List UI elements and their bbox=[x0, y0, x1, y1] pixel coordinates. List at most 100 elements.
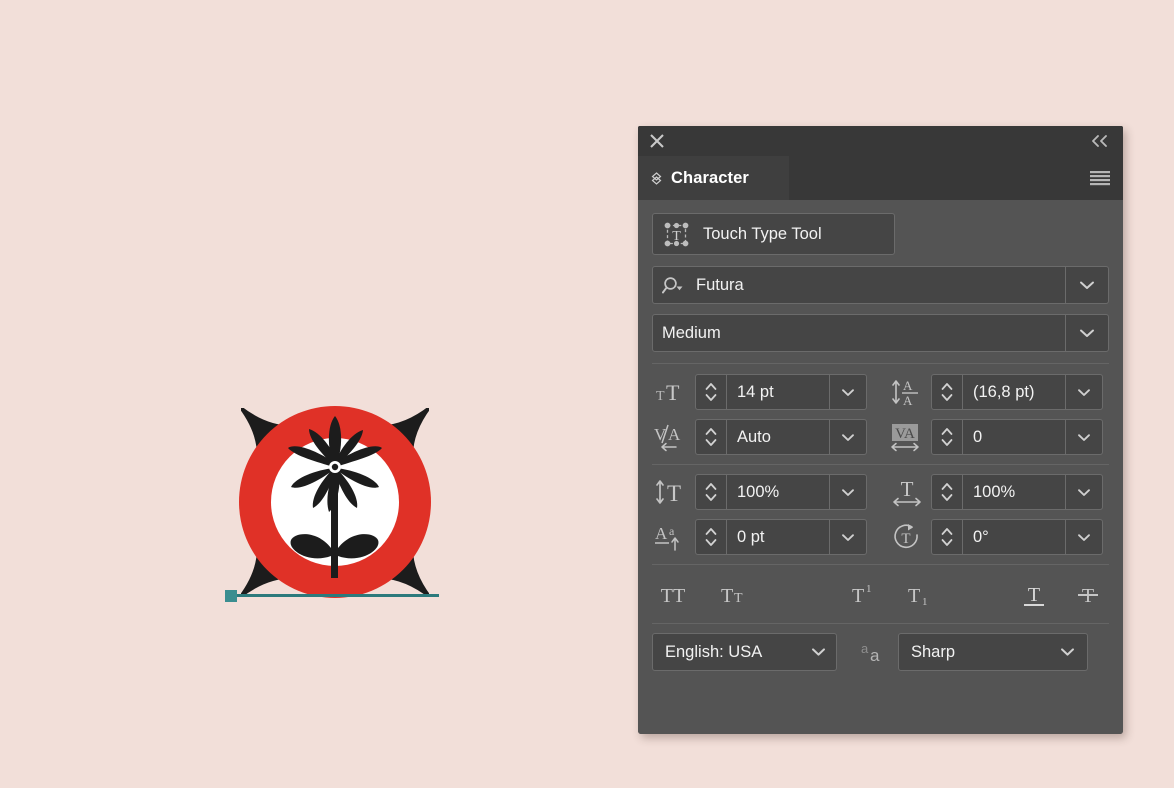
tab-character[interactable]: Character bbox=[638, 156, 789, 200]
small-caps-icon[interactable]: T T bbox=[712, 577, 754, 611]
font-family-field[interactable]: Futura bbox=[652, 266, 1109, 304]
svg-text:T: T bbox=[1082, 585, 1094, 607]
superscript-icon[interactable]: T 1 bbox=[841, 577, 883, 611]
leading-stepper[interactable]: (16,8 pt) bbox=[931, 374, 1103, 410]
language-select[interactable]: English: USA bbox=[652, 633, 837, 671]
language-chevron-down-icon[interactable] bbox=[800, 647, 836, 657]
baseline-shift-stepper[interactable]: 0 pt bbox=[695, 519, 867, 555]
svg-text:T: T bbox=[721, 585, 733, 607]
font-style-chevron-down-icon[interactable] bbox=[1065, 315, 1108, 351]
svg-text:T: T bbox=[1028, 584, 1040, 606]
close-icon[interactable] bbox=[647, 131, 667, 151]
row-language-antialias: English: USA a a Sharp bbox=[652, 633, 1109, 671]
touch-type-tool-button[interactable]: T Touch Type Tool bbox=[652, 213, 895, 255]
tracking-stepper[interactable]: 0 bbox=[931, 419, 1103, 455]
svg-text:a: a bbox=[870, 646, 880, 665]
baseline-shift-value[interactable]: 0 pt bbox=[727, 528, 829, 547]
horizontal-scale-stepper[interactable]: 100% bbox=[931, 474, 1103, 510]
underline-icon[interactable]: T bbox=[1013, 577, 1055, 611]
horizontal-scale-value[interactable]: 100% bbox=[963, 483, 1065, 502]
hamburger-menu-icon[interactable] bbox=[1089, 170, 1111, 186]
horizontal-scale-spinner[interactable] bbox=[932, 475, 963, 509]
baseline-shift-chevron-down-icon[interactable] bbox=[829, 520, 866, 554]
vertical-scale-spinner[interactable] bbox=[696, 475, 727, 509]
svg-text:T: T bbox=[734, 591, 743, 606]
svg-text:A: A bbox=[903, 393, 913, 407]
horizontal-scale-chevron-down-icon[interactable] bbox=[1065, 475, 1102, 509]
font-style-value: Medium bbox=[662, 323, 721, 342]
vertical-scale-chevron-down-icon[interactable] bbox=[829, 475, 866, 509]
style-toggle-row: TT T T T 1 T 1 T T bbox=[652, 574, 1109, 614]
leading-value[interactable]: (16,8 pt) bbox=[963, 383, 1065, 402]
double-chevron-left-icon[interactable] bbox=[1089, 132, 1111, 150]
character-rotation-value[interactable]: 0° bbox=[963, 528, 1065, 547]
font-family-chevron-down-icon[interactable] bbox=[1065, 267, 1108, 303]
character-rotation-group[interactable]: T 0° bbox=[888, 519, 1103, 555]
divider-1 bbox=[652, 363, 1109, 364]
language-value: English: USA bbox=[665, 642, 763, 661]
font-style-field[interactable]: Medium bbox=[652, 314, 1109, 352]
panel-tabstrip[interactable]: Character bbox=[638, 156, 1123, 200]
svg-text:a: a bbox=[669, 524, 675, 538]
row-kerning-tracking: V A Auto VA 0 bbox=[652, 419, 1109, 455]
svg-text:1: 1 bbox=[922, 596, 928, 608]
panel-body: T Touch Type Tool Futura Medium T T 14 p… bbox=[638, 200, 1123, 734]
vertical-scale-group[interactable]: T 100% bbox=[652, 474, 867, 510]
leading-chevron-down-icon[interactable] bbox=[1065, 375, 1102, 409]
tracking-icon: VA bbox=[888, 421, 926, 453]
svg-text:VA: VA bbox=[895, 426, 915, 442]
character-panel[interactable]: Character T Touch Type Tool Futura Mediu… bbox=[638, 126, 1123, 734]
font-size-group[interactable]: T T 14 pt bbox=[652, 374, 867, 410]
svg-text:A: A bbox=[655, 524, 668, 543]
strikethrough-icon[interactable]: T bbox=[1067, 577, 1109, 611]
tracking-group[interactable]: VA 0 bbox=[888, 419, 1103, 455]
diamond-handle-icon bbox=[651, 171, 662, 185]
character-rotation-stepper[interactable]: 0° bbox=[931, 519, 1103, 555]
anti-aliasing-value: Sharp bbox=[911, 642, 956, 661]
horizontal-scale-group[interactable]: T 100% bbox=[888, 474, 1103, 510]
leading-spinner[interactable] bbox=[932, 375, 963, 409]
svg-text:TT: TT bbox=[661, 585, 685, 607]
font-size-stepper[interactable]: 14 pt bbox=[695, 374, 867, 410]
anti-aliasing-select[interactable]: Sharp bbox=[898, 633, 1088, 671]
svg-text:T: T bbox=[901, 531, 910, 547]
baseline-shift-group[interactable]: A a 0 pt bbox=[652, 519, 867, 555]
all-caps-icon[interactable]: TT bbox=[652, 577, 694, 611]
kerning-stepper[interactable]: Auto bbox=[695, 419, 867, 455]
character-rotation-spinner[interactable] bbox=[932, 520, 963, 554]
divider-4 bbox=[652, 623, 1109, 624]
subscript-icon[interactable]: T 1 bbox=[897, 577, 939, 611]
canvas-area[interactable] bbox=[0, 0, 640, 788]
leading-group[interactable]: A A (16,8 pt) bbox=[888, 374, 1103, 410]
font-size-value[interactable]: 14 pt bbox=[727, 383, 829, 402]
baseline-shift-icon: A a bbox=[652, 521, 690, 553]
svg-text:T: T bbox=[852, 585, 864, 607]
font-size-chevron-down-icon[interactable] bbox=[829, 375, 866, 409]
leading-icon: A A bbox=[888, 376, 926, 408]
font-family-value: Futura bbox=[696, 275, 744, 294]
panel-titlebar[interactable] bbox=[638, 126, 1123, 156]
divider-2 bbox=[652, 464, 1109, 465]
divider-3 bbox=[652, 564, 1109, 565]
kerning-chevron-down-icon[interactable] bbox=[829, 420, 866, 454]
row-scale: T 100% T 100% bbox=[652, 474, 1109, 510]
kerning-icon: V A bbox=[652, 421, 690, 453]
character-rotation-chevron-down-icon[interactable] bbox=[1065, 520, 1102, 554]
font-size-spinner[interactable] bbox=[696, 375, 727, 409]
kerning-group[interactable]: V A Auto bbox=[652, 419, 867, 455]
artwork-flower-emblem[interactable] bbox=[225, 398, 445, 610]
kerning-spinner[interactable] bbox=[696, 420, 727, 454]
baseline-shift-spinner[interactable] bbox=[696, 520, 727, 554]
anti-aliasing-chevron-down-icon[interactable] bbox=[1047, 634, 1087, 670]
kerning-value[interactable]: Auto bbox=[727, 428, 829, 447]
vertical-scale-stepper[interactable]: 100% bbox=[695, 474, 867, 510]
tracking-chevron-down-icon[interactable] bbox=[1065, 420, 1102, 454]
tracking-spinner[interactable] bbox=[932, 420, 963, 454]
touch-type-tool-icon: T bbox=[663, 221, 690, 248]
vertical-scale-value[interactable]: 100% bbox=[727, 483, 829, 502]
svg-text:A: A bbox=[903, 378, 913, 393]
svg-text:A: A bbox=[668, 425, 681, 444]
tracking-value[interactable]: 0 bbox=[963, 428, 1065, 447]
font-size-icon: T T bbox=[652, 376, 690, 408]
svg-text:T: T bbox=[667, 481, 681, 506]
